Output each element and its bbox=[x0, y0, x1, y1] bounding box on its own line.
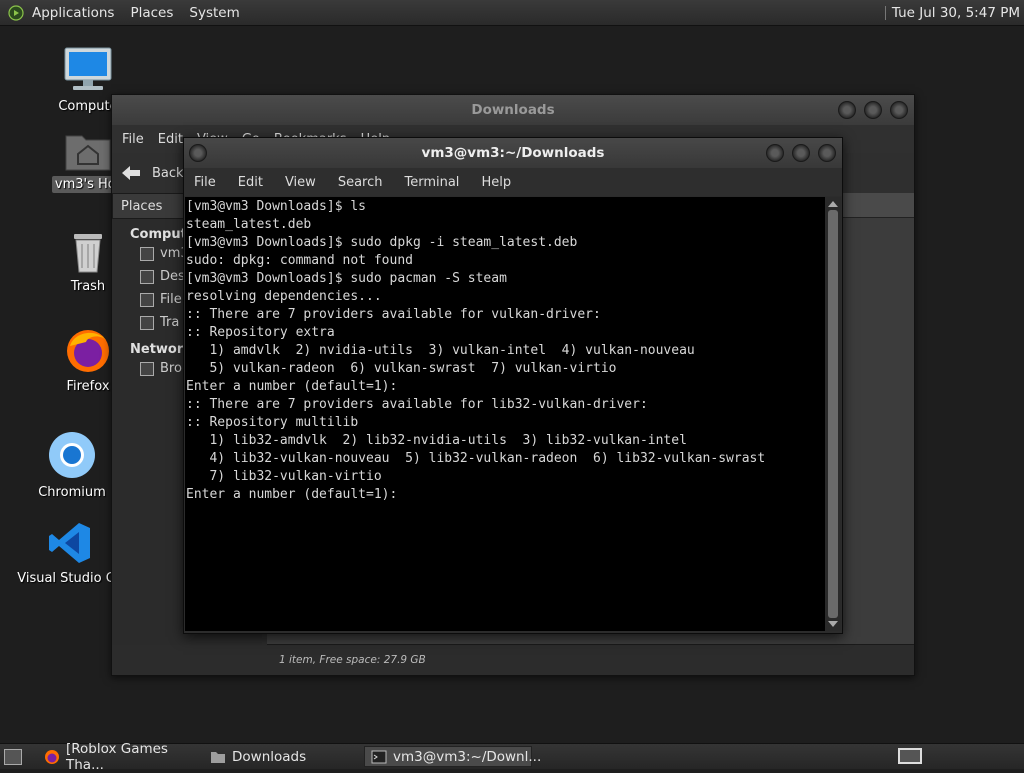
network-icon bbox=[140, 361, 154, 376]
sidebar-item-label: Bro bbox=[160, 361, 182, 376]
desktop-icon bbox=[140, 269, 154, 284]
drive-icon bbox=[140, 292, 154, 307]
scroll-up-arrow-icon[interactable] bbox=[828, 201, 838, 207]
maximize-button[interactable] bbox=[864, 101, 882, 119]
terminal-line: [vm3@vm3 Downloads]$ ls bbox=[186, 199, 367, 214]
close-button[interactable] bbox=[818, 144, 836, 162]
terminal-line: steam_latest.deb bbox=[186, 217, 312, 232]
window-title: vm3@vm3:~/Downloads bbox=[421, 145, 605, 161]
system-menu[interactable]: System bbox=[183, 5, 245, 21]
terminal-line: :: Repository multilib bbox=[186, 415, 359, 430]
task-button-terminal[interactable]: vm3@vm3:~/Downl... bbox=[364, 746, 541, 767]
mate-logo-icon[interactable] bbox=[8, 4, 24, 21]
scrollbar-thumb[interactable] bbox=[828, 210, 838, 618]
terminal-line: 1) amdvlk 2) nvidia-utils 3) vulkan-inte… bbox=[186, 343, 695, 358]
applications-menu[interactable]: Applications bbox=[26, 5, 120, 21]
terminal-line: :: Repository extra bbox=[186, 325, 335, 340]
back-button[interactable]: Back bbox=[120, 164, 184, 182]
minimize-button[interactable] bbox=[766, 144, 784, 162]
back-label: Back bbox=[152, 165, 184, 181]
firefox-icon bbox=[45, 749, 59, 764]
terminal-icon bbox=[371, 750, 387, 763]
back-arrow-icon bbox=[122, 166, 140, 180]
firefox-icon bbox=[67, 330, 109, 372]
menu-help[interactable]: Help bbox=[481, 175, 511, 190]
terminal-line: resolving dependencies... bbox=[186, 289, 382, 304]
trash-icon bbox=[140, 315, 154, 330]
menu-file[interactable]: File bbox=[122, 132, 144, 147]
menu-terminal[interactable]: Terminal bbox=[404, 175, 459, 190]
minimize-button[interactable] bbox=[838, 101, 856, 119]
terminal-line: Enter a number (default=1): bbox=[186, 487, 398, 502]
show-desktop-button[interactable] bbox=[4, 748, 22, 765]
task-label: Downloads bbox=[232, 748, 307, 765]
sidebar-item-label: Tra bbox=[160, 315, 180, 330]
task-button-firefox[interactable]: [Roblox Games Tha... bbox=[38, 741, 204, 773]
panel-separator bbox=[884, 5, 886, 20]
maximize-button[interactable] bbox=[792, 144, 810, 162]
terminal-line: Enter a number (default=1): bbox=[186, 379, 398, 394]
menu-edit[interactable]: Edit bbox=[158, 132, 183, 147]
terminal-titlebar[interactable]: vm3@vm3:~/Downloads bbox=[184, 138, 842, 168]
desktop-icon-label: Visual Studio Co bbox=[17, 571, 123, 586]
chromium-icon bbox=[49, 432, 95, 478]
terminal-line: :: There are 7 providers available for v… bbox=[186, 307, 601, 322]
trash-icon bbox=[74, 234, 102, 273]
folder-icon bbox=[211, 751, 225, 763]
task-label: vm3@vm3:~/Downl... bbox=[393, 748, 542, 765]
desktop-icon-chromium[interactable]: Chromium bbox=[22, 430, 122, 501]
menu-file[interactable]: File bbox=[194, 175, 216, 190]
terminal-menubar: File Edit View Search Terminal Help bbox=[184, 168, 842, 196]
sidebar-item-label: File bbox=[160, 292, 182, 307]
close-button[interactable] bbox=[890, 101, 908, 119]
terminal-line: [vm3@vm3 Downloads]$ sudo pacman -S stea… bbox=[186, 271, 507, 286]
terminal-line: 4) lib32-vulkan-nouveau 5) lib32-vulkan-… bbox=[186, 451, 766, 466]
bottom-taskbar: [Roblox Games Tha... Downloads vm3@vm3:~… bbox=[0, 741, 1024, 773]
status-bar: 1 item, Free space: 27.9 GB bbox=[267, 644, 914, 675]
window-title: Downloads bbox=[471, 102, 555, 118]
terminal-line: 7) lib32-vulkan-virtio bbox=[186, 469, 382, 484]
scroll-down-arrow-icon[interactable] bbox=[828, 621, 838, 627]
desktop-icon-label: Trash bbox=[70, 279, 106, 294]
workspace-switcher[interactable] bbox=[898, 748, 922, 764]
terminal-line: 5) vulkan-radeon 6) vulkan-swrast 7) vul… bbox=[186, 361, 617, 376]
terminal-scrollbar[interactable] bbox=[825, 197, 841, 631]
clock[interactable]: Tue Jul 30, 5:47 PM bbox=[892, 5, 1020, 21]
terminal-line: [vm3@vm3 Downloads]$ sudo dpkg -i steam_… bbox=[186, 235, 578, 250]
desktop-icon-label: Firefox bbox=[66, 379, 110, 394]
task-button-downloads[interactable]: Downloads bbox=[204, 746, 364, 767]
menu-edit[interactable]: Edit bbox=[238, 175, 263, 190]
terminal-line: sudo: dpkg: command not found bbox=[186, 253, 413, 268]
window-menu-button[interactable] bbox=[189, 144, 207, 162]
terminal-line: 1) lib32-amdvlk 2) lib32-nvidia-utils 3)… bbox=[186, 433, 687, 448]
desktop-icon-vscode[interactable]: Visual Studio Co bbox=[14, 520, 126, 587]
menu-view[interactable]: View bbox=[285, 175, 316, 190]
terminal-window[interactable]: vm3@vm3:~/Downloads File Edit View Searc… bbox=[183, 137, 843, 634]
terminal-screen[interactable]: [vm3@vm3 Downloads]$ ls steam_latest.deb [… bbox=[185, 197, 825, 631]
vscode-icon bbox=[49, 523, 90, 563]
home-icon bbox=[140, 246, 154, 261]
menu-search[interactable]: Search bbox=[338, 175, 383, 190]
terminal-line: :: There are 7 providers available for l… bbox=[186, 397, 648, 412]
home-folder-icon bbox=[65, 135, 111, 171]
file-manager-titlebar[interactable]: Downloads bbox=[112, 95, 914, 125]
sidebar-item-label: Des bbox=[160, 269, 185, 284]
desktop-icon-label: Chromium bbox=[38, 485, 106, 500]
computer-icon bbox=[64, 47, 112, 90]
top-panel: Applications Places System Tue Jul 30, 5… bbox=[0, 0, 1024, 26]
places-menu[interactable]: Places bbox=[124, 5, 179, 21]
